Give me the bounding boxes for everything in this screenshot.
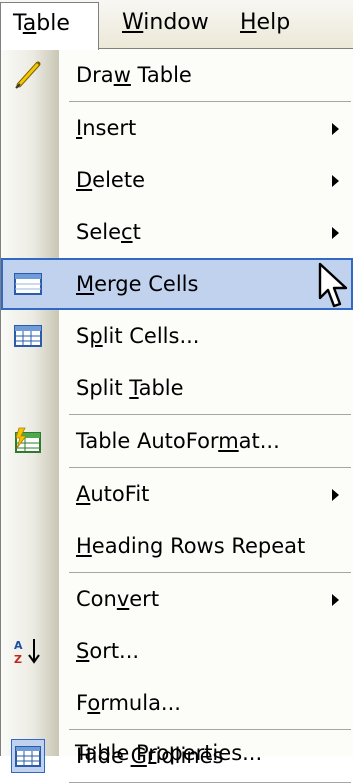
- menu-item-sort-label: Sort...: [76, 639, 140, 663]
- submenu-arrow-icon: [332, 594, 339, 606]
- menu-item-draw-table[interactable]: Draw Table: [1, 49, 353, 101]
- svg-text:Z: Z: [14, 653, 22, 666]
- menu-item-autofit[interactable]: AutoFit: [1, 468, 353, 520]
- menu-item-merge-cells-label: Merge Cells: [76, 272, 199, 296]
- menu-item-split-cells-label: Split Cells...: [76, 324, 200, 348]
- menu-item-heading-rows-repeat[interactable]: Heading Rows Repeat: [1, 520, 353, 572]
- split-cells-icon: [14, 325, 42, 347]
- menubar-help[interactable]: Help: [228, 0, 302, 48]
- menubar-table-label: Table: [13, 11, 70, 36]
- menubar-window[interactable]: Window: [110, 0, 221, 48]
- menu-item-delete[interactable]: Delete: [1, 154, 353, 206]
- table-autoformat-icon: [15, 427, 41, 453]
- menu-item-table-autoformat[interactable]: Table AutoFormat...: [1, 415, 353, 467]
- menu-item-delete-label: Delete: [76, 168, 145, 192]
- menu-item-formula-label: Formula...: [76, 691, 181, 715]
- menu-item-insert[interactable]: Insert: [1, 102, 353, 154]
- submenu-arrow-icon: [332, 123, 339, 135]
- menubar-help-label: Help: [240, 10, 291, 35]
- menu-item-table-properties[interactable]: Table Properties...: [0, 730, 352, 782]
- menu-item-convert-label: Convert: [76, 587, 160, 611]
- submenu-arrow-icon: [332, 227, 339, 239]
- menu-item-table-autoformat-label: Table AutoFormat...: [76, 429, 280, 453]
- menu-bar: Table Window Help: [0, 0, 353, 50]
- menu-item-split-cells[interactable]: Split Cells...: [1, 310, 353, 362]
- menu-item-autofit-label: AutoFit: [76, 482, 150, 506]
- menubar-table[interactable]: Table: [0, 2, 99, 50]
- menu-item-convert[interactable]: Convert: [1, 573, 353, 625]
- submenu-arrow-icon: [332, 175, 339, 187]
- menu-item-select-label: Select: [76, 220, 141, 244]
- menu-item-draw-table-label: Draw Table: [76, 63, 192, 87]
- menu-item-insert-label: Insert: [76, 116, 137, 140]
- menu-item-split-table[interactable]: Split Table: [1, 362, 353, 414]
- menu-item-formula[interactable]: Formula...: [1, 677, 353, 729]
- svg-text:A: A: [14, 639, 23, 652]
- menubar-window-label: Window: [122, 10, 209, 35]
- menu-item-merge-cells[interactable]: Merge Cells: [1, 258, 353, 310]
- submenu-arrow-icon: [332, 489, 339, 501]
- menu-item-table-properties-label: Table Properties...: [75, 741, 263, 765]
- pencil-icon: [15, 61, 41, 89]
- merge-cells-icon: [14, 273, 42, 295]
- menu-item-select[interactable]: Select: [1, 206, 353, 258]
- menu-item-heading-rows-repeat-label: Heading Rows Repeat: [76, 534, 306, 558]
- menu-item-split-table-label: Split Table: [76, 376, 184, 400]
- mouse-pointer-icon: [318, 262, 348, 308]
- table-menu-dropdown: Draw Table Insert Delete Select Merge Ce…: [0, 48, 353, 783]
- menu-item-sort[interactable]: A Z Sort...: [1, 625, 353, 677]
- sort-ascending-icon: A Z: [14, 639, 40, 666]
